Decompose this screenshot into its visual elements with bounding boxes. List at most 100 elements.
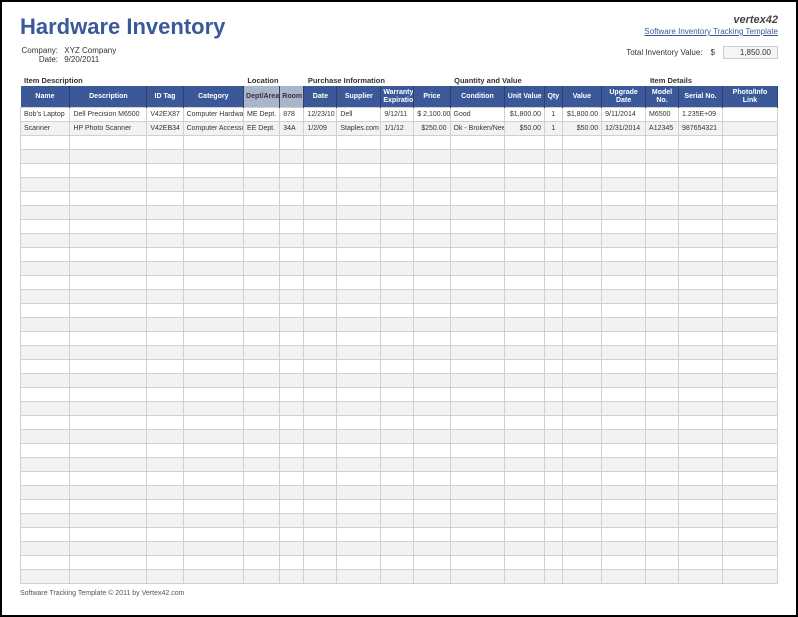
empty-cell[interactable]: [183, 346, 243, 360]
empty-cell[interactable]: [280, 374, 304, 388]
empty-cell[interactable]: [544, 150, 562, 164]
empty-cell[interactable]: [147, 374, 183, 388]
empty-cell[interactable]: [679, 346, 723, 360]
empty-cell[interactable]: [337, 374, 381, 388]
empty-cell[interactable]: [183, 136, 243, 150]
empty-cell[interactable]: [183, 234, 243, 248]
table-row[interactable]: [21, 444, 778, 458]
empty-cell[interactable]: [304, 556, 337, 570]
empty-cell[interactable]: [21, 360, 70, 374]
empty-cell[interactable]: [183, 164, 243, 178]
empty-cell[interactable]: [337, 472, 381, 486]
empty-cell[interactable]: [21, 206, 70, 220]
empty-cell[interactable]: [722, 346, 777, 360]
empty-cell[interactable]: [244, 332, 280, 346]
empty-cell[interactable]: [381, 304, 414, 318]
empty-cell[interactable]: [21, 402, 70, 416]
empty-cell[interactable]: [562, 430, 602, 444]
empty-cell[interactable]: [337, 206, 381, 220]
empty-cell[interactable]: [450, 486, 505, 500]
empty-cell[interactable]: [337, 570, 381, 584]
empty-cell[interactable]: [337, 262, 381, 276]
empty-cell[interactable]: [21, 332, 70, 346]
cell-date[interactable]: 1/2/09: [304, 122, 337, 136]
empty-cell[interactable]: [450, 234, 505, 248]
empty-cell[interactable]: [244, 528, 280, 542]
empty-cell[interactable]: [544, 570, 562, 584]
empty-cell[interactable]: [722, 542, 777, 556]
empty-cell[interactable]: [646, 234, 679, 248]
empty-cell[interactable]: [244, 486, 280, 500]
empty-cell[interactable]: [646, 150, 679, 164]
empty-cell[interactable]: [21, 318, 70, 332]
empty-cell[interactable]: [562, 276, 602, 290]
empty-cell[interactable]: [602, 220, 646, 234]
empty-cell[interactable]: [21, 374, 70, 388]
empty-cell[interactable]: [70, 332, 147, 346]
empty-cell[interactable]: [505, 178, 545, 192]
empty-cell[interactable]: [414, 500, 450, 514]
empty-cell[interactable]: [646, 346, 679, 360]
empty-cell[interactable]: [562, 136, 602, 150]
empty-cell[interactable]: [722, 234, 777, 248]
empty-cell[interactable]: [602, 430, 646, 444]
empty-cell[interactable]: [337, 150, 381, 164]
empty-cell[interactable]: [679, 304, 723, 318]
empty-cell[interactable]: [21, 248, 70, 262]
empty-cell[interactable]: [646, 206, 679, 220]
empty-cell[interactable]: [414, 486, 450, 500]
empty-cell[interactable]: [70, 528, 147, 542]
empty-cell[interactable]: [646, 374, 679, 388]
cell-supplier[interactable]: Dell: [337, 108, 381, 122]
empty-cell[interactable]: [602, 472, 646, 486]
empty-cell[interactable]: [679, 528, 723, 542]
empty-cell[interactable]: [381, 402, 414, 416]
empty-cell[interactable]: [280, 416, 304, 430]
cell-name[interactable]: Bob's Laptop: [21, 108, 70, 122]
empty-cell[interactable]: [337, 304, 381, 318]
empty-cell[interactable]: [183, 542, 243, 556]
empty-cell[interactable]: [505, 276, 545, 290]
empty-cell[interactable]: [722, 402, 777, 416]
empty-cell[interactable]: [244, 374, 280, 388]
empty-cell[interactable]: [21, 136, 70, 150]
empty-cell[interactable]: [646, 164, 679, 178]
empty-cell[interactable]: [414, 304, 450, 318]
empty-cell[interactable]: [602, 276, 646, 290]
empty-cell[interactable]: [147, 570, 183, 584]
empty-cell[interactable]: [183, 304, 243, 318]
empty-cell[interactable]: [414, 290, 450, 304]
table-row[interactable]: [21, 542, 778, 556]
empty-cell[interactable]: [544, 332, 562, 346]
empty-cell[interactable]: [722, 206, 777, 220]
table-row[interactable]: [21, 178, 778, 192]
empty-cell[interactable]: [562, 570, 602, 584]
table-row[interactable]: [21, 556, 778, 570]
empty-cell[interactable]: [147, 542, 183, 556]
empty-cell[interactable]: [70, 290, 147, 304]
empty-cell[interactable]: [244, 136, 280, 150]
empty-cell[interactable]: [679, 556, 723, 570]
empty-cell[interactable]: [280, 346, 304, 360]
empty-cell[interactable]: [602, 234, 646, 248]
empty-cell[interactable]: [450, 318, 505, 332]
empty-cell[interactable]: [544, 430, 562, 444]
empty-cell[interactable]: [505, 444, 545, 458]
empty-cell[interactable]: [679, 486, 723, 500]
empty-cell[interactable]: [280, 164, 304, 178]
empty-cell[interactable]: [381, 360, 414, 374]
empty-cell[interactable]: [544, 360, 562, 374]
empty-cell[interactable]: [602, 304, 646, 318]
empty-cell[interactable]: [602, 458, 646, 472]
empty-cell[interactable]: [450, 192, 505, 206]
cell-value[interactable]: $50.00: [562, 122, 602, 136]
empty-cell[interactable]: [722, 248, 777, 262]
empty-cell[interactable]: [244, 164, 280, 178]
empty-cell[interactable]: [147, 164, 183, 178]
empty-cell[interactable]: [450, 542, 505, 556]
empty-cell[interactable]: [414, 542, 450, 556]
empty-cell[interactable]: [414, 374, 450, 388]
empty-cell[interactable]: [280, 472, 304, 486]
cell-description[interactable]: HP Photo Scanner: [70, 122, 147, 136]
empty-cell[interactable]: [21, 178, 70, 192]
